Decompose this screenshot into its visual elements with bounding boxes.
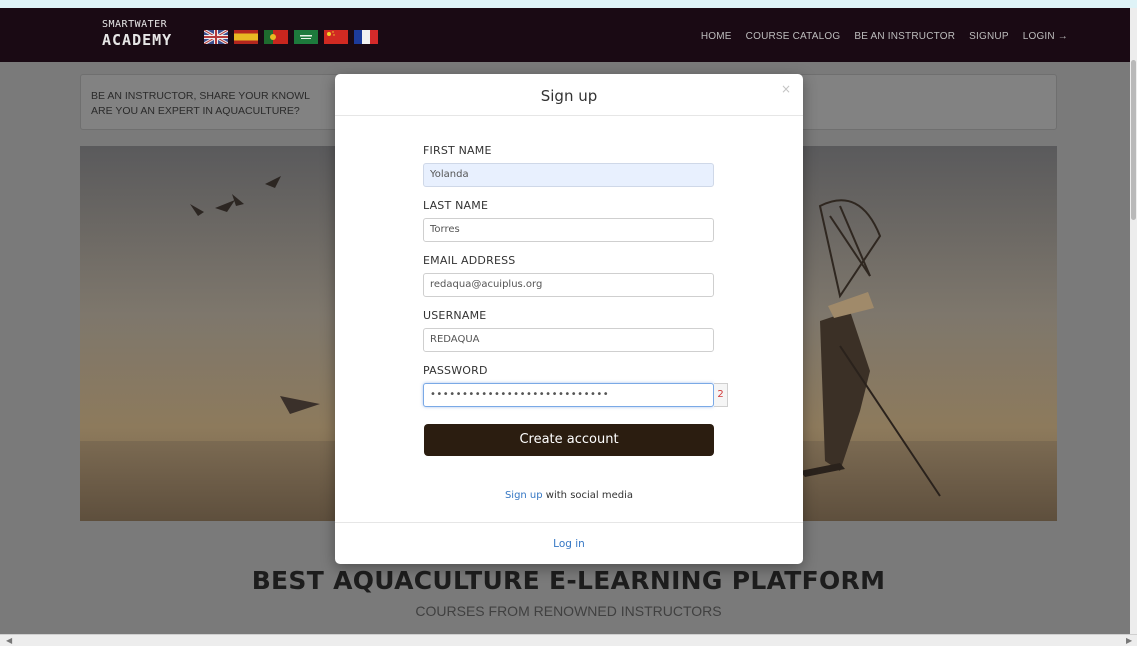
close-icon[interactable]: × [781,82,791,96]
modal-footer: Log in [335,522,803,564]
horizontal-scrollbar[interactable]: ◀ ▶ [0,634,1137,646]
email-input[interactable]: redaqua@acuiplus.org [423,273,714,297]
login-link[interactable]: Log in [553,538,585,550]
password-input[interactable]: •••••••••••••••••••••••••••• [423,383,714,407]
password-group: PASSWORD •••••••••••••••••••••••••••• 2 [423,364,728,407]
email-label: EMAIL ADDRESS [423,254,516,267]
signup-form: FIRST NAME Yolanda LAST NAME Torres EMAI… [423,144,728,419]
modal-title: Sign up [540,87,598,105]
social-signup-link[interactable]: Sign up [505,490,543,501]
brand-logo[interactable]: SMARTWATER ACADEMY [102,20,172,48]
navbar: SMARTWATER ACADEMY HOME COURSE CATALOG B… [0,8,1130,62]
brand-line1: SMARTWATER [102,19,168,30]
last-name-input[interactable]: Torres [423,218,714,242]
username-input[interactable]: REDAQUA [423,328,714,352]
first-name-group: FIRST NAME Yolanda [423,144,715,187]
password-wrapper: •••••••••••••••••••••••••••• 2 [423,383,728,407]
last-name-group: LAST NAME Torres [423,199,715,242]
scroll-right-icon[interactable]: ▶ [1126,636,1132,645]
last-name-label: LAST NAME [423,199,489,212]
uk-flag-icon[interactable] [204,30,228,44]
nav-login[interactable]: LOGIN → [1023,31,1068,42]
nav-be-an-instructor[interactable]: BE AN INSTRUCTOR [854,31,955,42]
first-name-label: FIRST NAME [423,144,492,157]
hero-subline: COURSES FROM RENOWNED INSTRUCTORS [415,603,722,619]
first-name-input[interactable]: Yolanda [423,163,714,187]
social-signup-line: Sign up with social media [335,490,803,501]
password-counter-badge: 2 [714,383,728,407]
portugal-flag-icon[interactable] [264,30,288,44]
create-account-button[interactable]: Create account [424,424,714,456]
browser-top-strip [0,0,1137,8]
brand-line2: ACADEMY [102,31,173,49]
spain-flag-icon[interactable] [234,30,258,44]
signup-modal: Sign up × FIRST NAME Yolanda LAST NAME T… [335,74,803,564]
hero-headline: BEST AQUACULTURE E-LEARNING PLATFORM [251,566,886,595]
nav-signup[interactable]: SIGNUP [969,31,1009,42]
email-group: EMAIL ADDRESS redaqua@acuiplus.org [423,254,715,297]
main-nav: HOME COURSE CATALOG BE AN INSTRUCTOR SIG… [701,31,1068,42]
saudi-flag-icon[interactable] [294,30,318,44]
china-flag-icon[interactable] [324,30,348,44]
username-label: USERNAME [423,309,487,322]
social-signup-text: with social media [542,490,634,501]
username-group: USERNAME REDAQUA [423,309,715,352]
password-label: PASSWORD [423,364,488,377]
language-flags [204,30,378,44]
vertical-scrollbar-thumb[interactable] [1131,60,1136,220]
nav-course-catalog[interactable]: COURSE CATALOG [746,31,841,42]
nav-home[interactable]: HOME [701,31,732,42]
scroll-left-icon[interactable]: ◀ [6,636,12,645]
france-flag-icon[interactable] [354,30,378,44]
modal-header: Sign up × [335,74,803,116]
